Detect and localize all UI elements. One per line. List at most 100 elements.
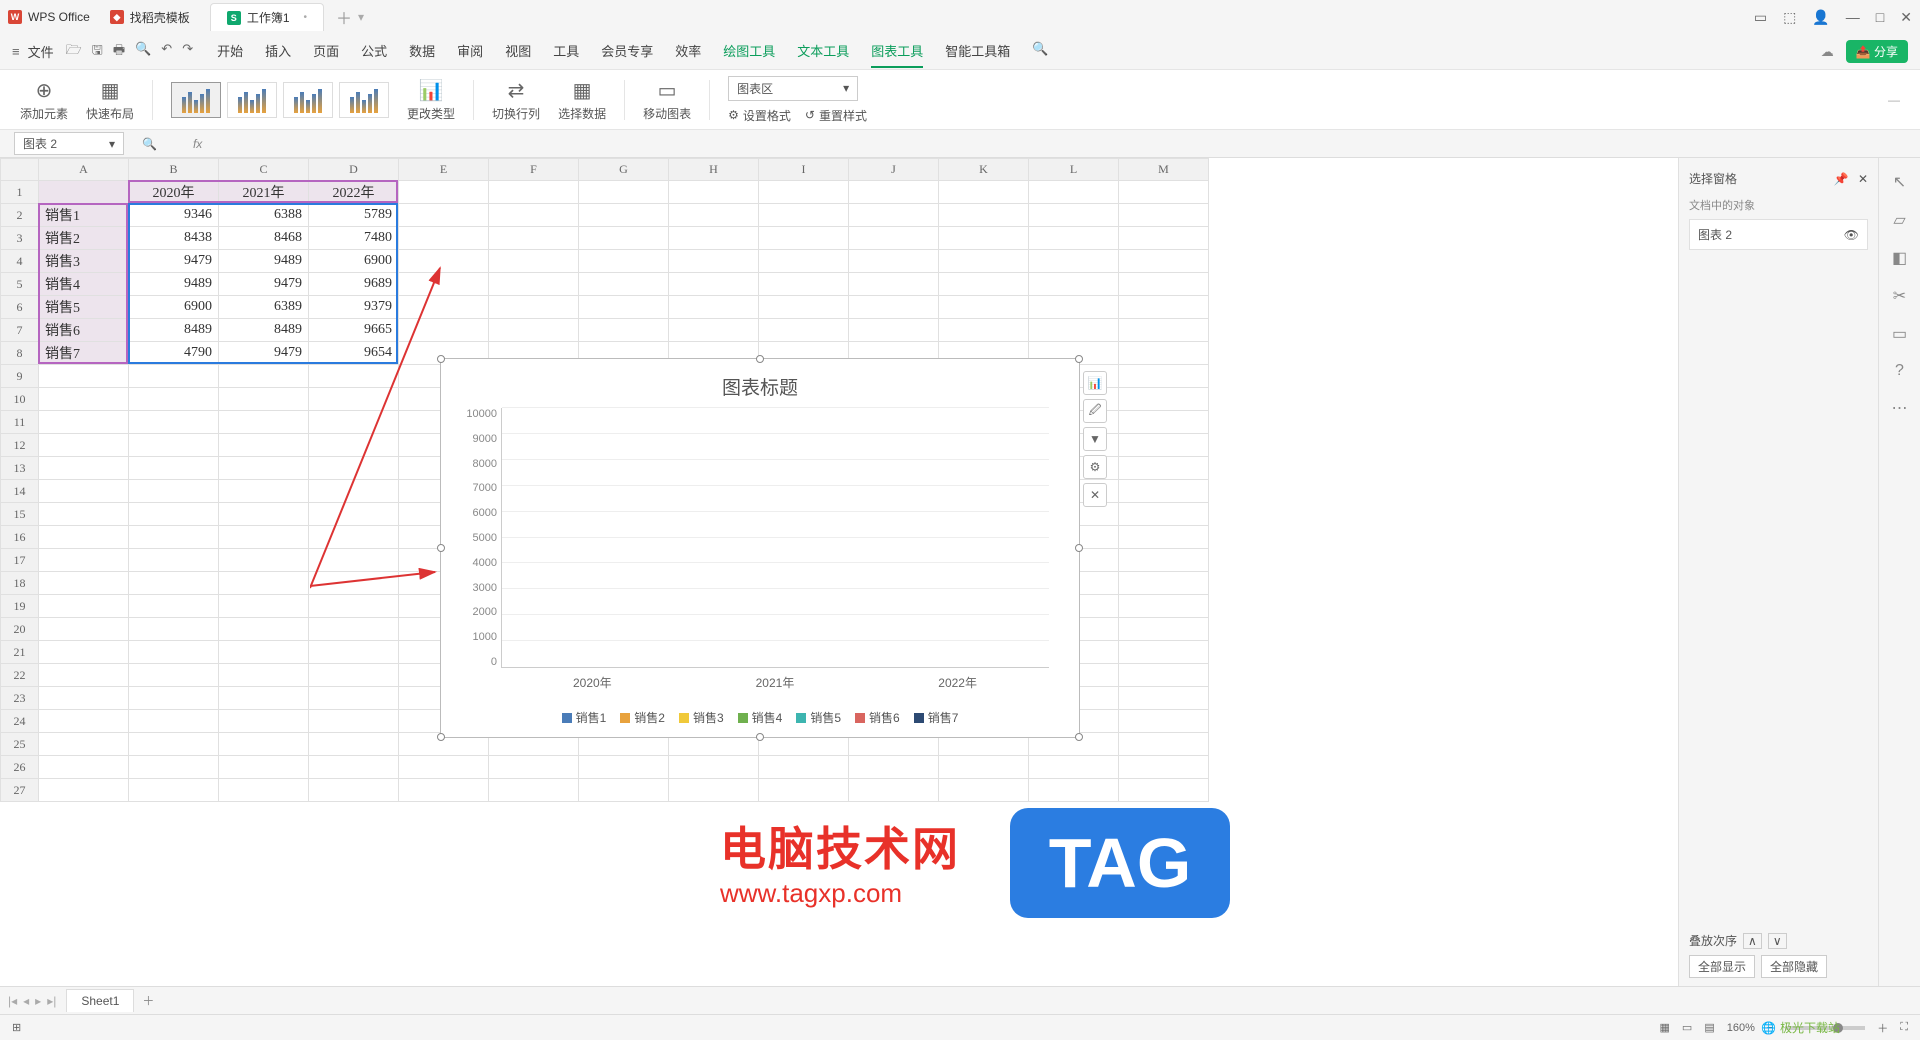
chart-settings-icon[interactable]: ⚙ [1083, 455, 1107, 479]
maximize-button[interactable]: □ [1876, 9, 1884, 25]
panel-icon[interactable]: ▭ [1754, 9, 1767, 26]
hide-all-button[interactable]: 全部隐藏 [1761, 955, 1827, 978]
open-icon[interactable]: 🗁 [66, 41, 82, 63]
plot-area [501, 408, 1049, 668]
move-down-icon[interactable]: ∨ [1768, 933, 1787, 949]
screen-icon[interactable]: ▭ [1892, 324, 1907, 344]
add-tab-button[interactable]: ＋ [336, 5, 352, 29]
tab-view[interactable]: 视图 [505, 35, 531, 68]
tab-template[interactable]: ◆ 找稻壳模板 [94, 3, 206, 31]
zoom-fx-icon[interactable]: 🔍 [142, 137, 157, 151]
tab-workbook[interactable]: S 工作簿1 • [210, 3, 324, 31]
minimize-button[interactable]: — [1846, 9, 1860, 25]
chevron-down-icon: ▾ [843, 81, 849, 95]
chart-style-2[interactable] [227, 82, 277, 118]
tab-member[interactable]: 会员专享 [601, 35, 653, 68]
tab-efficiency[interactable]: 效率 [675, 35, 701, 68]
switch-rowcol-button[interactable]: ⇄切换行列 [492, 78, 540, 122]
sheet-tab-bar: |◂ ◂ ▸ ▸| Sheet1 ＋ [0, 986, 1920, 1014]
fullscreen-icon[interactable]: ⛶ [1900, 1021, 1908, 1034]
pane-subtitle: 文档中的对象 [1689, 197, 1868, 213]
tab-tools[interactable]: 工具 [553, 35, 579, 68]
status-bar: ⊞ ▦ ▭ ▤ 160% − ＋ ⛶ [0, 1014, 1920, 1040]
tab-text-tools[interactable]: 文本工具 [797, 35, 849, 68]
cube-icon[interactable]: ⬚ [1783, 9, 1796, 26]
chart-area-dropdown[interactable]: 图表区▾ [728, 76, 858, 101]
chart-element-icon[interactable]: 📊 [1083, 371, 1107, 395]
x-axis-labels: 2020年2021年2022年 [501, 674, 1049, 691]
view-break-icon[interactable]: ▤ [1704, 1021, 1714, 1034]
zoom-value[interactable]: 160% [1727, 1022, 1755, 1034]
pane-item-chart[interactable]: 图表 2 👁 [1689, 219, 1868, 250]
tab-start[interactable]: 开始 [217, 35, 243, 68]
chart-style-3[interactable] [283, 82, 333, 118]
set-format-button[interactable]: ⚙ 设置格式 [728, 107, 791, 124]
tab-page[interactable]: 页面 [313, 35, 339, 68]
adjust-icon[interactable]: ✂ [1893, 286, 1906, 306]
chart-title[interactable]: 图表标题 [441, 359, 1079, 408]
tab-formula[interactable]: 公式 [361, 35, 387, 68]
sheet-tab[interactable]: Sheet1 [66, 989, 134, 1012]
search-icon[interactable]: 🔍 [1032, 35, 1048, 68]
tab-insert[interactable]: 插入 [265, 35, 291, 68]
collapse-ribbon-icon[interactable]: — [1888, 93, 1900, 107]
print-icon[interactable]: 🖶 [113, 41, 125, 63]
status-mode-icon[interactable]: ⊞ [12, 1021, 21, 1034]
move-chart-button[interactable]: ▭移动图表 [643, 78, 691, 122]
view-normal-icon[interactable]: ▦ [1660, 1021, 1670, 1034]
last-sheet-icon[interactable]: ▸| [47, 994, 56, 1008]
tab-review[interactable]: 审阅 [457, 35, 483, 68]
avatar-icon[interactable]: 👤 [1812, 9, 1829, 26]
style-icon[interactable]: ◧ [1892, 248, 1907, 268]
menu-icon[interactable]: ≡ [12, 44, 20, 59]
select-data-button[interactable]: ▦选择数据 [558, 78, 606, 122]
chart-brush-icon[interactable]: 🖉 [1083, 399, 1107, 423]
preview-icon[interactable]: 🔍 [135, 41, 151, 63]
quick-layout-button[interactable]: ▦快速布局 [86, 78, 134, 122]
zoom-in-icon[interactable]: ＋ [1877, 1020, 1888, 1036]
move-up-icon[interactable]: ∧ [1743, 933, 1762, 949]
first-sheet-icon[interactable]: |◂ [8, 994, 17, 1008]
spreadsheet[interactable]: ABCDEFGHIJKLM12020年2021年2022年2销售19346638… [0, 158, 1678, 986]
pin-icon[interactable]: 📌 [1834, 172, 1849, 186]
tab-draw-tools[interactable]: 绘图工具 [723, 35, 775, 68]
prev-sheet-icon[interactable]: ◂ [23, 994, 29, 1008]
bottom-watermark: 🌐极光下载站 [1761, 1019, 1840, 1036]
close-pane-icon[interactable]: ✕ [1858, 172, 1868, 186]
y-axis: 1000090008000700060005000400030002000100… [455, 408, 497, 668]
ribbon: ⊕添加元素 ▦快速布局 📊更改类型 ⇄切换行列 ▦选择数据 ▭移动图表 图表区▾… [0, 70, 1920, 130]
file-menu[interactable]: 文件 [28, 42, 54, 61]
save-icon[interactable]: 🖫 [92, 41, 103, 63]
tab-smart-tools[interactable]: 智能工具箱 [945, 35, 1010, 68]
quick-access: 🗁 🖫 🖶 🔍 ↶ ↷ [66, 41, 193, 63]
tab-data[interactable]: 数据 [409, 35, 435, 68]
share-button[interactable]: 📤 分享 [1846, 40, 1908, 63]
show-all-button[interactable]: 全部显示 [1689, 955, 1755, 978]
chart-style-1[interactable] [171, 82, 221, 118]
tab-list-icon[interactable]: ▾ [358, 10, 364, 24]
view-page-icon[interactable]: ▭ [1682, 1021, 1692, 1034]
redo-icon[interactable]: ↷ [182, 41, 193, 63]
close-button[interactable]: ✕ [1900, 9, 1912, 26]
more-icon[interactable]: ⋯ [1892, 398, 1908, 418]
template-icon: ◆ [110, 10, 124, 24]
tab-menu-icon[interactable]: • [304, 12, 308, 23]
name-box[interactable]: 图表 2▾ [14, 132, 124, 155]
add-sheet-button[interactable]: ＋ [142, 992, 154, 1009]
chart-object[interactable]: 图表标题 10000900080007000600050004000300020… [440, 358, 1080, 738]
cloud-icon[interactable]: ☁ [1821, 44, 1834, 60]
reset-style-button[interactable]: ↺ 重置样式 [805, 107, 867, 124]
layers-icon[interactable]: ▱ [1893, 210, 1905, 230]
select-icon[interactable]: ↖ [1893, 172, 1906, 192]
change-type-button[interactable]: 📊更改类型 [407, 78, 455, 122]
fx-icon[interactable]: fx [193, 137, 202, 151]
tab-chart-tools[interactable]: 图表工具 [871, 35, 923, 68]
chart-filter-icon[interactable]: ▼ [1083, 427, 1107, 451]
help-icon[interactable]: ? [1895, 362, 1904, 380]
undo-icon[interactable]: ↶ [161, 41, 172, 63]
add-element-button[interactable]: ⊕添加元素 [20, 78, 68, 122]
eye-icon[interactable]: 👁 [1844, 228, 1859, 242]
chart-style-4[interactable] [339, 82, 389, 118]
chart-tools-icon[interactable]: ✕ [1083, 483, 1107, 507]
next-sheet-icon[interactable]: ▸ [35, 994, 41, 1008]
